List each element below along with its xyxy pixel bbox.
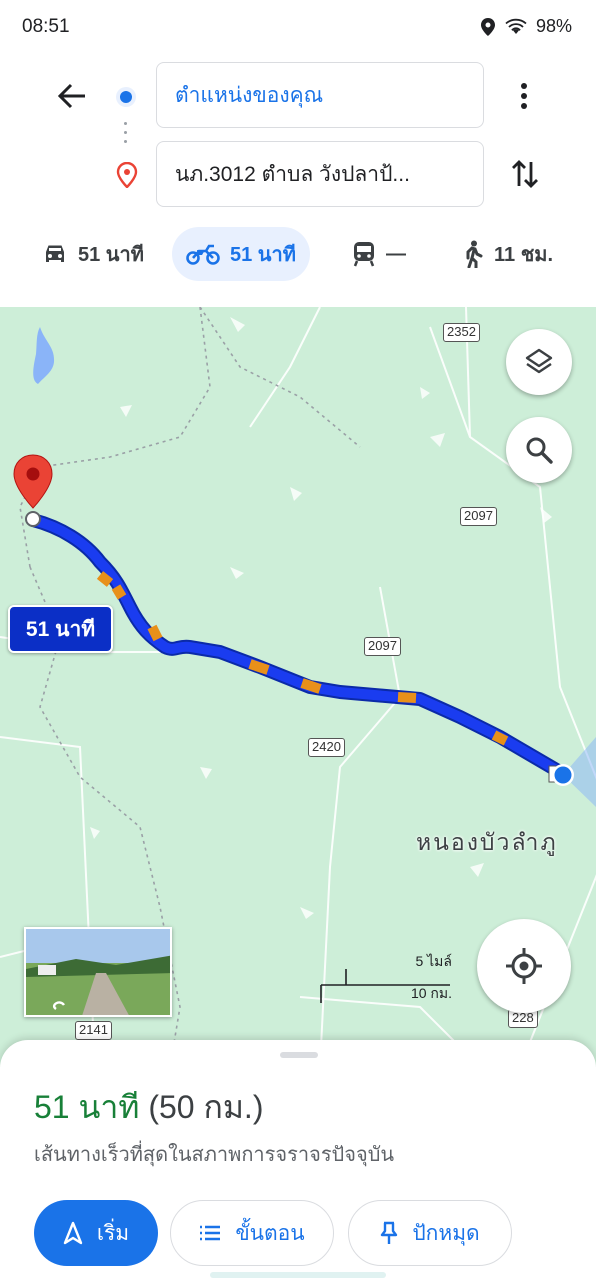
sheet-handle[interactable] <box>280 1052 318 1058</box>
steps-button[interactable]: ขั้นตอน <box>170 1200 334 1266</box>
route-dots <box>124 122 128 146</box>
swap-vert-icon <box>512 160 538 188</box>
mode-walk-label: 11 ชม. <box>494 244 554 266</box>
my-location-button[interactable] <box>477 919 571 1013</box>
road-shield: 2420 <box>308 738 345 757</box>
walk-icon <box>466 240 483 268</box>
town-label: หนองบัวลำภู <box>416 829 558 855</box>
road-shield: 2352 <box>443 323 480 342</box>
mode-motorcycle[interactable]: 51 นาที <box>172 227 310 281</box>
route-eta: 51 นาที <box>34 1089 140 1125</box>
layers-icon <box>525 348 553 374</box>
road-shield: 2141 <box>75 1021 112 1040</box>
street-view-thumbnail[interactable] <box>24 927 172 1017</box>
status-bar: 08:51 98% <box>0 0 596 52</box>
travel-modes: 51 นาที 51 นาที — 11 ชม. <box>0 225 596 285</box>
scale-metric: 10 กม. <box>410 985 452 1001</box>
start-button-label: เริ่ม <box>96 1221 130 1245</box>
mode-car[interactable]: 51 นาที <box>28 227 158 281</box>
mode-motorcycle-label: 51 นาที <box>230 244 296 266</box>
status-time: 08:51 <box>22 16 70 37</box>
car-icon <box>46 245 64 262</box>
crosshair-icon <box>506 948 542 984</box>
origin-dot-icon <box>116 87 136 107</box>
wifi-icon <box>505 18 527 34</box>
route-summary: 51 นาที (50 กม.) <box>34 1082 263 1133</box>
map-view[interactable]: 2352 2097 2097 2420 2141 228 51 นาที หนอ… <box>0 307 596 1067</box>
start-button[interactable]: เริ่ม <box>34 1200 158 1266</box>
arrow-back-icon <box>57 83 85 109</box>
swap-button[interactable] <box>505 152 545 196</box>
street-view-image <box>26 929 170 1015</box>
destination-field[interactable]: นภ.3012 ตำบล วังปลาป้... <box>156 141 484 207</box>
route-description: เส้นทางเร็วที่สุดในสภาพการจราจรปัจจุบัน <box>34 1144 395 1166</box>
mode-car-label: 51 นาที <box>78 244 144 266</box>
scale-imperial: 5 ไมล์ <box>415 953 452 969</box>
pushpin-icon <box>381 1221 398 1244</box>
map-scale: 5 ไมล์ 10 กม. <box>320 947 452 1007</box>
mode-transit[interactable]: — <box>338 227 420 281</box>
status-icons: 98% <box>480 16 572 37</box>
more-vert-icon <box>521 83 527 109</box>
back-button[interactable] <box>50 76 94 116</box>
search-icon <box>526 437 553 464</box>
route-duration-label[interactable]: 51 นาที <box>8 605 113 653</box>
navigation-arrow-icon <box>63 1221 83 1245</box>
lake <box>33 327 55 384</box>
transit-icon <box>353 242 375 267</box>
directions-header: ตำแหน่งของคุณ นภ.3012 ตำบล วังปลาป้... 5… <box>0 52 596 307</box>
road-shield: 2097 <box>364 637 401 656</box>
more-options-button[interactable] <box>508 76 540 116</box>
pin-button-label: ปักหมุด <box>412 1221 480 1245</box>
route-distance: (50 กม.) <box>148 1089 264 1125</box>
layers-button[interactable] <box>506 329 572 395</box>
location-icon <box>480 17 495 36</box>
route-summary-sheet[interactable]: 51 นาที (50 กม.) เส้นทางเร็วที่สุดในสภาพ… <box>0 1040 596 1280</box>
steps-button-label: ขั้นตอน <box>235 1221 305 1245</box>
pin-button[interactable]: ปักหมุด <box>348 1200 512 1266</box>
origin-field[interactable]: ตำแหน่งของคุณ <box>156 62 484 128</box>
search-along-route-button[interactable] <box>506 417 572 483</box>
destination-pin-icon <box>116 162 138 188</box>
motorcycle-icon <box>186 244 220 265</box>
gesture-bar <box>210 1272 386 1278</box>
mode-walk[interactable]: 11 ชม. <box>448 227 567 281</box>
current-location-marker <box>548 737 596 807</box>
battery-percent: 98% <box>535 16 572 36</box>
road-shield: 2097 <box>460 507 497 526</box>
destination-marker[interactable] <box>13 454 53 527</box>
list-icon <box>200 1225 221 1241</box>
mode-transit-label: — <box>386 242 406 265</box>
